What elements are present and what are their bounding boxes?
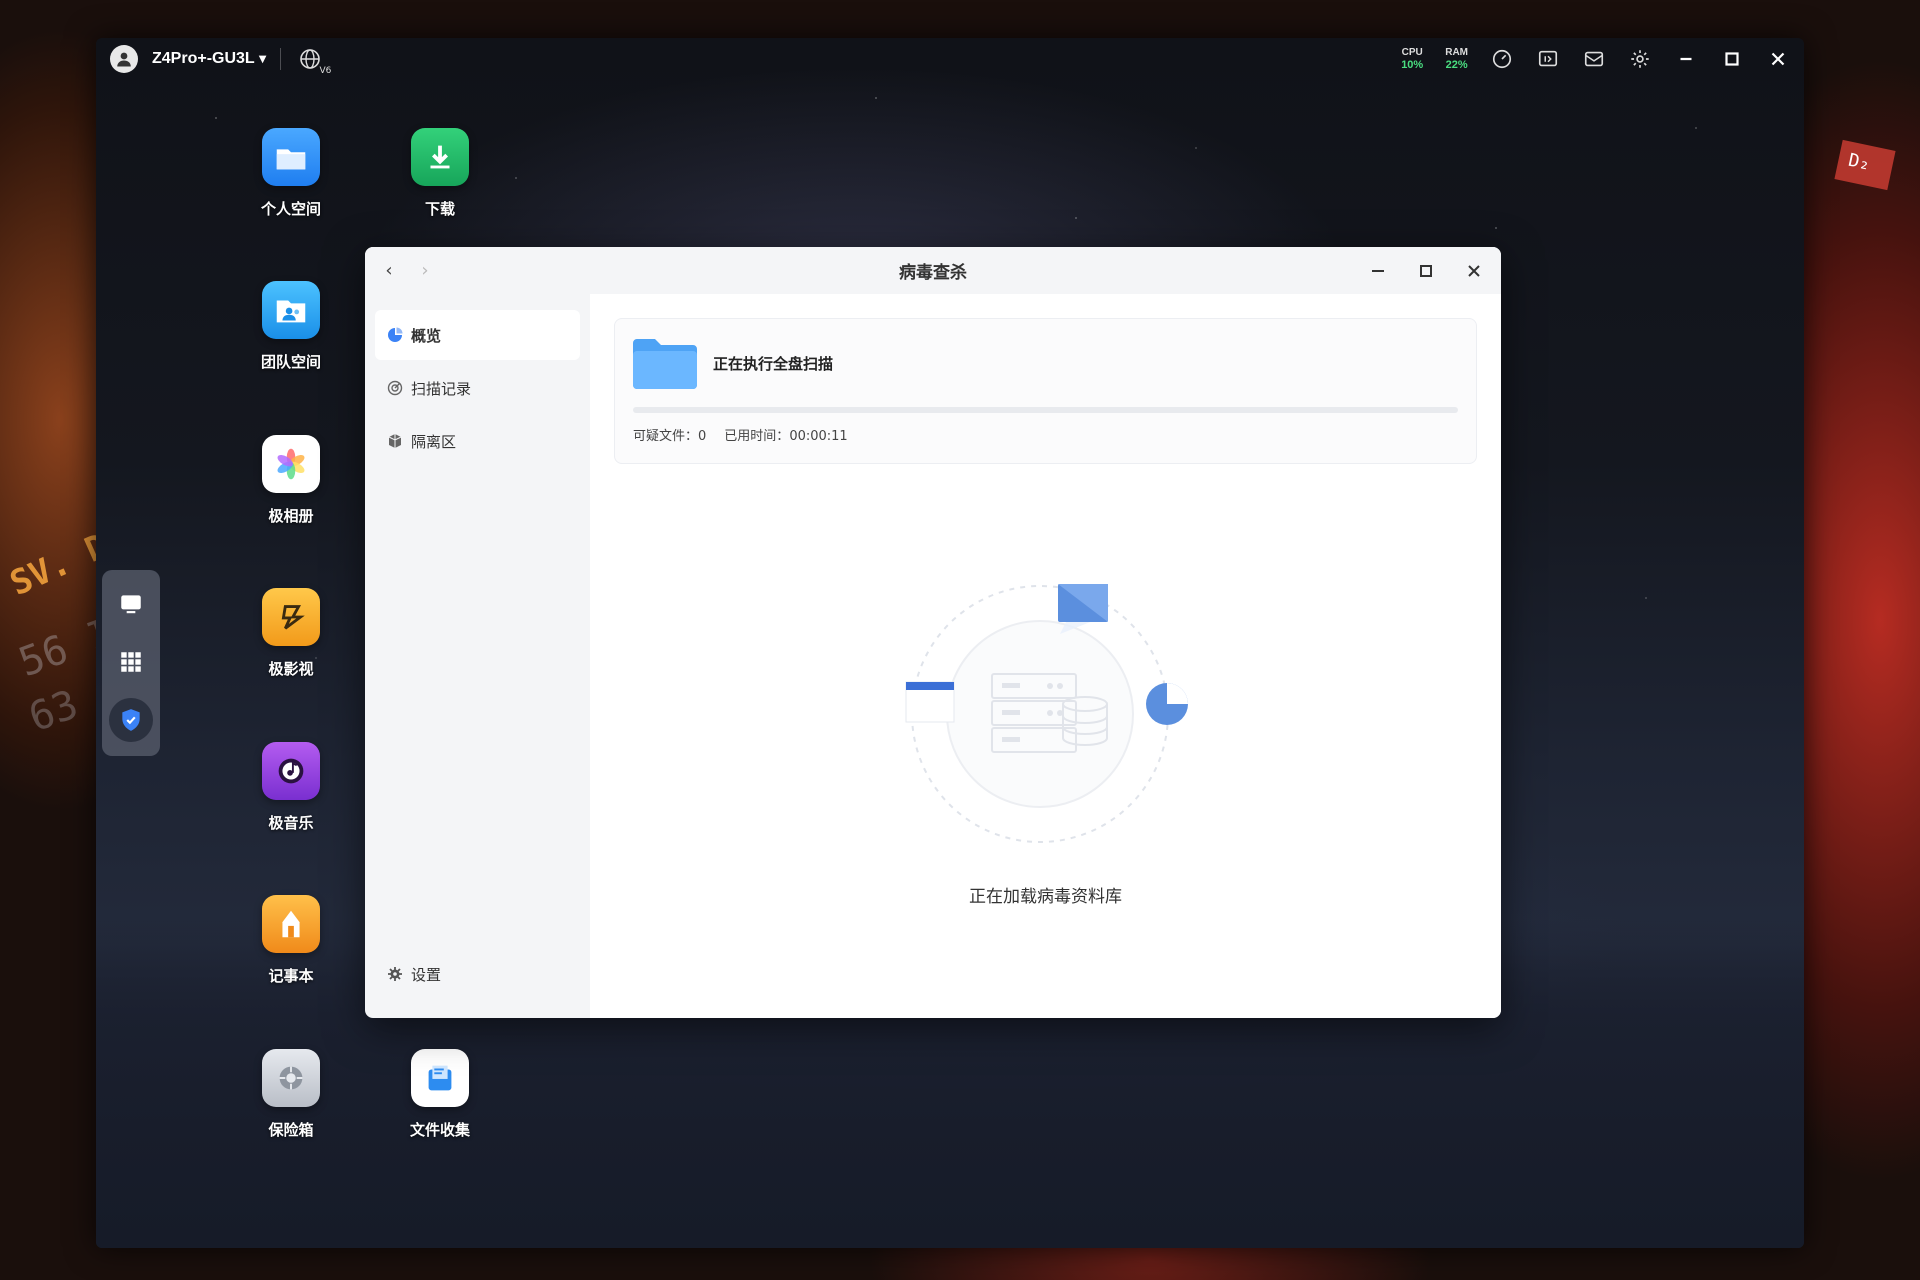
- window-maximize-button[interactable]: [1409, 256, 1443, 286]
- virus-scan-window: ‹ › 病毒查杀 概览 扫描记录 隔离区 设置 正在执行全盘扫描 可疑文件：0 …: [365, 247, 1501, 1018]
- sidebar-item-quarantine[interactable]: 隔离区: [375, 416, 580, 466]
- chevron-down-icon[interactable]: ▼: [259, 54, 267, 65]
- sidebar-item-label: 概览: [411, 326, 442, 345]
- suspicious-files: 可疑文件：0: [633, 425, 706, 444]
- ram-label: RAM: [1445, 47, 1468, 58]
- app-personal-space[interactable]: 个人空间: [241, 128, 341, 219]
- app-label: 极影视: [268, 660, 314, 678]
- app-file-collect[interactable]: 文件收集: [390, 1049, 490, 1140]
- minimize-icon: [1372, 269, 1384, 272]
- sidebar-item-scan-records[interactable]: 扫描记录: [375, 363, 580, 413]
- dock: [102, 570, 160, 756]
- window-close-button[interactable]: [1457, 256, 1491, 286]
- app-notepad[interactable]: 记事本: [241, 895, 341, 986]
- quarantine-icon: [388, 434, 402, 448]
- device-name[interactable]: Z4Pro+-GU3L: [152, 50, 255, 68]
- window-title: 病毒查杀: [899, 263, 967, 283]
- sidebar-item-overview[interactable]: 概览: [375, 310, 580, 360]
- loading-status-text: 正在加载病毒资料库: [969, 887, 1122, 907]
- speedometer-icon[interactable]: [1490, 47, 1514, 71]
- ipv6-badge: V6: [319, 66, 332, 76]
- cpu-label: CPU: [1401, 47, 1423, 58]
- app-label: 文件收集: [409, 1121, 470, 1139]
- dock-item-desktop[interactable]: [109, 582, 153, 626]
- folder-icon: [633, 337, 697, 389]
- mail-icon[interactable]: [1582, 47, 1606, 71]
- main-content: 正在执行全盘扫描 可疑文件：0 已用时间：00:00:11 正在加载病毒资料库: [590, 294, 1501, 1018]
- maximize-icon: [1420, 264, 1432, 277]
- scan-status-text: 正在执行全盘扫描: [713, 354, 834, 373]
- suspicious-label: 可疑文件：: [633, 429, 699, 444]
- photos-flower-icon: [262, 435, 320, 493]
- file-collect-icon: [411, 1049, 469, 1107]
- close-icon: [1468, 264, 1480, 277]
- window-titlebar[interactable]: ‹ › 病毒查杀: [365, 247, 1501, 294]
- download-icon: [411, 128, 469, 186]
- app-label: 个人空间: [260, 200, 321, 218]
- monitor-icon: [121, 595, 141, 614]
- overview-icon: [388, 327, 403, 342]
- app-music[interactable]: 极音乐: [241, 742, 341, 833]
- app-video[interactable]: 极影视: [241, 588, 341, 679]
- elapsed-value: 00:00:11: [789, 429, 848, 444]
- app-team-space[interactable]: 团队空间: [241, 281, 341, 372]
- wallpaper-badge: D₂: [1834, 139, 1896, 191]
- scan-progress-bar: [633, 407, 1458, 413]
- app-label: 保险箱: [268, 1121, 314, 1139]
- desktop: Z4Pro+-GU3L ▼ V6 CPU 10% RAM 22% 个人空间 下载…: [96, 38, 1804, 1248]
- back-button[interactable]: ‹: [371, 253, 407, 289]
- app-download[interactable]: 下载: [390, 128, 490, 219]
- ipv6-globe-icon[interactable]: V6: [295, 44, 331, 76]
- folder-icon: [262, 128, 320, 186]
- app-label: 极相册: [268, 507, 314, 525]
- dock-item-apps[interactable]: [109, 640, 153, 684]
- minimize-icon[interactable]: [1674, 47, 1698, 71]
- loading-database-illustration: [905, 584, 1188, 843]
- window-minimize-button[interactable]: [1361, 256, 1395, 286]
- user-icon: [117, 52, 131, 67]
- top-bar: Z4Pro+-GU3L ▼ V6 CPU 10% RAM 22%: [96, 38, 1804, 80]
- elapsed-label: 已用时间：: [724, 429, 790, 444]
- dock-item-virus-scan[interactable]: [109, 698, 153, 742]
- cpu-usage[interactable]: CPU 10%: [1401, 47, 1423, 71]
- music-icon: [262, 742, 320, 800]
- app-label: 极音乐: [268, 814, 314, 832]
- sidebar-item-label: 隔离区: [411, 432, 457, 451]
- safe-icon: [262, 1049, 320, 1107]
- ram-value: 22%: [1445, 59, 1468, 71]
- close-icon[interactable]: [1766, 47, 1790, 71]
- notepad-icon: [262, 895, 320, 953]
- gear-icon: [388, 967, 402, 981]
- gear-icon[interactable]: [1628, 47, 1652, 71]
- maximize-icon[interactable]: [1720, 47, 1744, 71]
- video-icon: [262, 588, 320, 646]
- suspicious-value: 0: [698, 429, 707, 444]
- scan-status-card: 正在执行全盘扫描 可疑文件：0 已用时间：00:00:11: [614, 318, 1477, 464]
- sidebar: 概览 扫描记录 隔离区 设置: [365, 294, 590, 1018]
- elapsed-time: 已用时间：00:00:11: [724, 425, 847, 444]
- scan-record-icon: [387, 380, 403, 396]
- ram-usage[interactable]: RAM 22%: [1445, 47, 1468, 71]
- app-label: 下载: [424, 200, 455, 218]
- sidebar-item-label: 设置: [411, 965, 442, 984]
- sidebar-item-label: 扫描记录: [411, 379, 472, 398]
- app-grid-icon: [121, 652, 141, 672]
- app-photos[interactable]: 极相册: [241, 435, 341, 526]
- shield-icon: [122, 709, 140, 731]
- app-safe[interactable]: 保险箱: [241, 1049, 341, 1140]
- team-folder-icon: [262, 281, 320, 339]
- sidebar-item-settings[interactable]: 设置: [375, 949, 580, 999]
- app-label: 记事本: [268, 967, 314, 985]
- avatar[interactable]: [110, 45, 138, 73]
- forward-button[interactable]: ›: [407, 253, 443, 289]
- app-label: 团队空间: [260, 353, 321, 371]
- cpu-value: 10%: [1401, 59, 1424, 71]
- terminal-icon[interactable]: [1536, 47, 1560, 71]
